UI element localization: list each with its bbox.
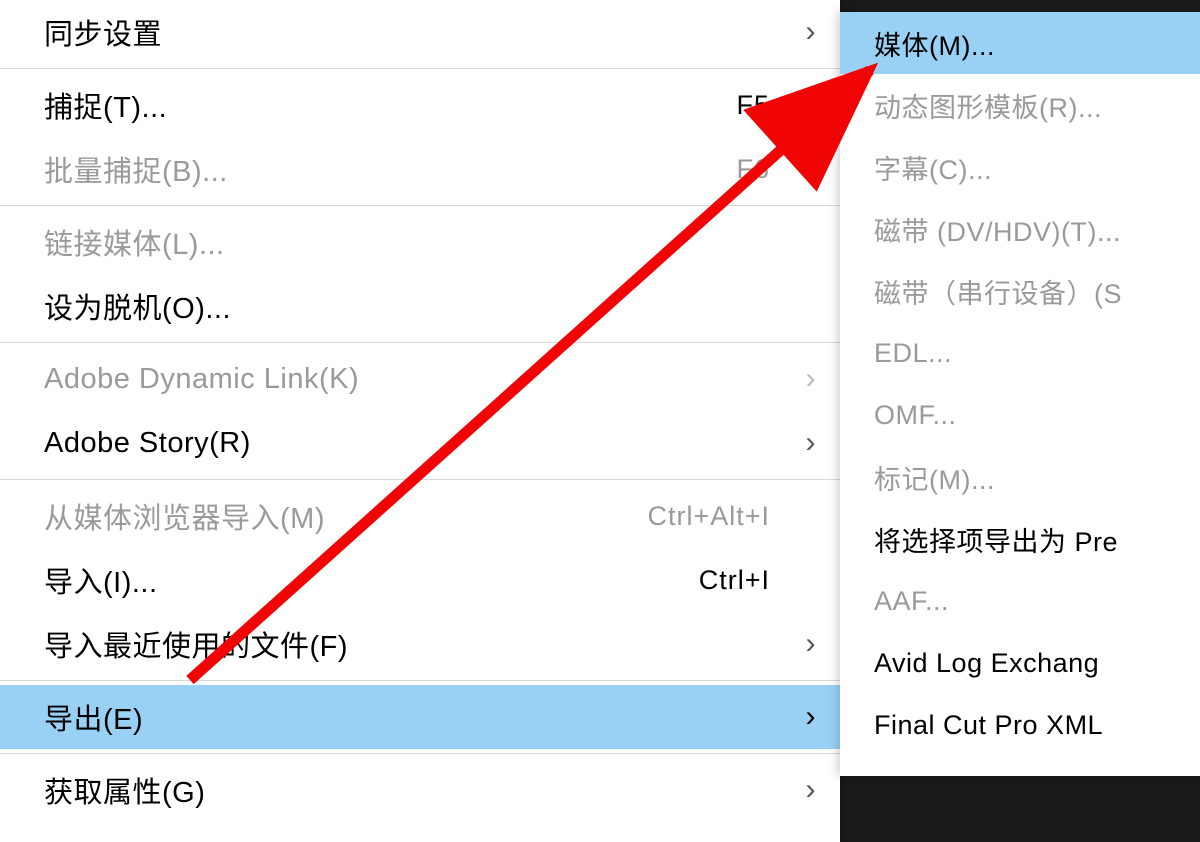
menu-item-label: 导入(I)... bbox=[44, 559, 699, 601]
menu-separator bbox=[0, 753, 840, 754]
menu-item-export[interactable]: 导出(E)› bbox=[0, 685, 840, 749]
file-menu-panel: 同步设置›捕捉(T)...F5批量捕捉(B)...F6链接媒体(L)...设为脱… bbox=[0, 0, 840, 842]
menu-item-avid-log[interactable]: Avid Log Exchang bbox=[840, 632, 1200, 694]
menu-item-shortcut: F5 bbox=[736, 90, 770, 121]
menu-item-aaf: AAF... bbox=[840, 570, 1200, 632]
menu-item-markers: 标记(M)... bbox=[840, 446, 1200, 508]
menu-item-label: 同步设置 bbox=[44, 11, 820, 53]
chevron-right-icon: › bbox=[806, 775, 817, 805]
menu-item-label: 标记(M)... bbox=[874, 458, 1188, 497]
menu-item-import-recent[interactable]: 导入最近使用的文件(F)› bbox=[0, 612, 840, 676]
menu-item-link-media: 链接媒体(L)... bbox=[0, 210, 840, 274]
menu-item-media[interactable]: 媒体(M)... bbox=[840, 12, 1200, 74]
menu-item-label: 获取属性(G) bbox=[44, 769, 820, 811]
menu-item-label: OMF... bbox=[874, 400, 1188, 431]
chevron-right-icon: › bbox=[806, 629, 817, 659]
chevron-right-icon: › bbox=[806, 17, 817, 47]
menu-separator bbox=[0, 342, 840, 343]
menu-item-label: 媒体(M)... bbox=[874, 24, 1188, 63]
menu-item-label: 设为脱机(O)... bbox=[44, 285, 820, 327]
chevron-right-icon: › bbox=[806, 364, 817, 394]
menu-item-label: 磁带 (DV/HDV)(T)... bbox=[874, 210, 1188, 249]
menu-item-tape-serial: 磁带（串行设备）(S bbox=[840, 260, 1200, 322]
menu-item-batch-capture: 批量捕捉(B)...F6 bbox=[0, 137, 840, 201]
menu-item-label: 动态图形模板(R)... bbox=[874, 86, 1188, 125]
menu-item-import[interactable]: 导入(I)...Ctrl+I bbox=[0, 548, 840, 612]
menu-item-capture[interactable]: 捕捉(T)...F5 bbox=[0, 73, 840, 137]
menu-item-label: Final Cut Pro XML bbox=[874, 710, 1188, 741]
chevron-right-icon: › bbox=[806, 702, 817, 732]
menu-item-omf: OMF... bbox=[840, 384, 1200, 446]
menu-item-label: 字幕(C)... bbox=[874, 148, 1188, 187]
menu-item-final-cut[interactable]: Final Cut Pro XML bbox=[840, 694, 1200, 756]
menu-item-label: 捕捉(T)... bbox=[44, 84, 736, 126]
menu-item-import-from-browser: 从媒体浏览器导入(M)Ctrl+Alt+I bbox=[0, 484, 840, 548]
menu-item-shortcut: F6 bbox=[736, 154, 770, 185]
menu-item-adobe-story[interactable]: Adobe Story(R)› bbox=[0, 411, 840, 475]
menu-item-get-properties[interactable]: 获取属性(G)› bbox=[0, 758, 840, 822]
menu-item-tape-dv: 磁带 (DV/HDV)(T)... bbox=[840, 198, 1200, 260]
menu-item-label: 导入最近使用的文件(F) bbox=[44, 623, 820, 665]
menu-item-label: 导出(E) bbox=[44, 696, 820, 738]
menu-item-label: 将选择项导出为 Pre bbox=[874, 520, 1188, 559]
menu-item-dynamic-link: Adobe Dynamic Link(K)› bbox=[0, 347, 840, 411]
menu-item-label: 磁带（串行设备）(S bbox=[874, 272, 1188, 311]
menu-item-label: Adobe Story(R) bbox=[44, 427, 820, 460]
menu-item-sync-settings[interactable]: 同步设置› bbox=[0, 0, 840, 64]
menu-item-label: 从媒体浏览器导入(M) bbox=[44, 495, 647, 537]
menu-item-export-selection[interactable]: 将选择项导出为 Pre bbox=[840, 508, 1200, 570]
menu-separator bbox=[0, 479, 840, 480]
chevron-right-icon: › bbox=[806, 428, 817, 458]
menu-item-label: AAF... bbox=[874, 586, 1188, 617]
menu-separator bbox=[0, 680, 840, 681]
export-submenu-panel: 媒体(M)... 动态图形模板(R)... 字幕(C)... 磁带 (DV/HDV)(… bbox=[840, 12, 1200, 776]
menu-separator bbox=[0, 205, 840, 206]
menu-item-label: Avid Log Exchang bbox=[874, 648, 1188, 679]
menu-item-motion-graphics: 动态图形模板(R)... bbox=[840, 74, 1200, 136]
menu-item-shortcut: Ctrl+I bbox=[699, 565, 770, 596]
menu-separator bbox=[0, 68, 840, 69]
menu-item-set-offline[interactable]: 设为脱机(O)... bbox=[0, 274, 840, 338]
menu-item-label: 链接媒体(L)... bbox=[44, 221, 820, 263]
menu-item-shortcut: Ctrl+Alt+I bbox=[647, 501, 770, 532]
menu-item-label: Adobe Dynamic Link(K) bbox=[44, 363, 820, 396]
menu-item-label: 批量捕捉(B)... bbox=[44, 148, 736, 190]
menu-item-label: EDL... bbox=[874, 338, 1188, 369]
menu-item-captions: 字幕(C)... bbox=[840, 136, 1200, 198]
menu-item-edl: EDL... bbox=[840, 322, 1200, 384]
